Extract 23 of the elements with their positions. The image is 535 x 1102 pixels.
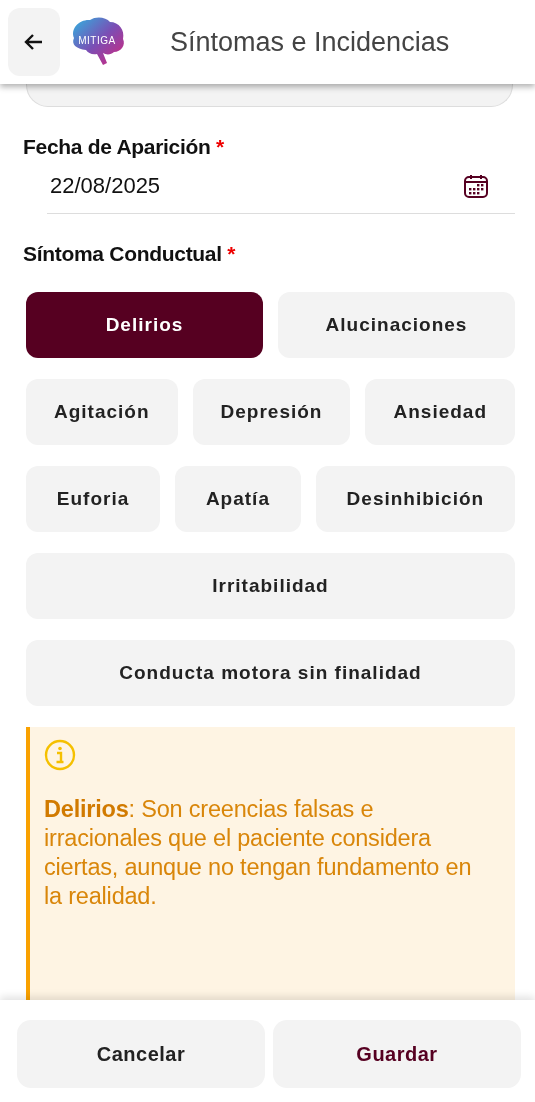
calendar-icon[interactable] — [463, 173, 489, 199]
date-field[interactable]: 22/08/2025 — [47, 173, 515, 214]
symptom-chip[interactable]: Delirios — [26, 292, 263, 358]
symptom-label: Síntoma Conductual — [23, 242, 222, 265]
required-asterisk: * — [227, 242, 236, 265]
symptom-chip[interactable]: Depresión — [192, 379, 351, 445]
required-asterisk: * — [216, 135, 224, 158]
date-label: Fecha de Aparición — [23, 135, 211, 158]
symptom-chip[interactable]: Desinhibición — [315, 466, 515, 532]
symptom-chip[interactable]: Irritabilidad — [26, 553, 515, 619]
symptom-chip[interactable]: Alucinaciones — [278, 292, 515, 358]
symptom-chip[interactable]: Apatía — [175, 466, 301, 532]
symptom-chip[interactable]: Agitación — [26, 379, 178, 445]
logo-text: MITIGA — [77, 35, 117, 46]
symptom-chip[interactable]: Ansiedad — [365, 379, 515, 445]
page-title: Síntomas e Incidencias — [170, 26, 450, 58]
back-button[interactable] — [8, 8, 60, 76]
info-text: Delirios: Son creencias falsas e irracionales que el paciente considera ciertas, aunque no tengan fundamento en la realidad. — [44, 795, 473, 911]
info-icon — [44, 739, 76, 771]
cancel-button[interactable]: Cancelar — [17, 1020, 265, 1088]
symptom-chip[interactable]: Conducta motora sin finalidad — [26, 640, 515, 706]
save-button[interactable]: Guardar — [273, 1020, 521, 1088]
symptom-chip[interactable]: Euforia — [26, 466, 161, 532]
